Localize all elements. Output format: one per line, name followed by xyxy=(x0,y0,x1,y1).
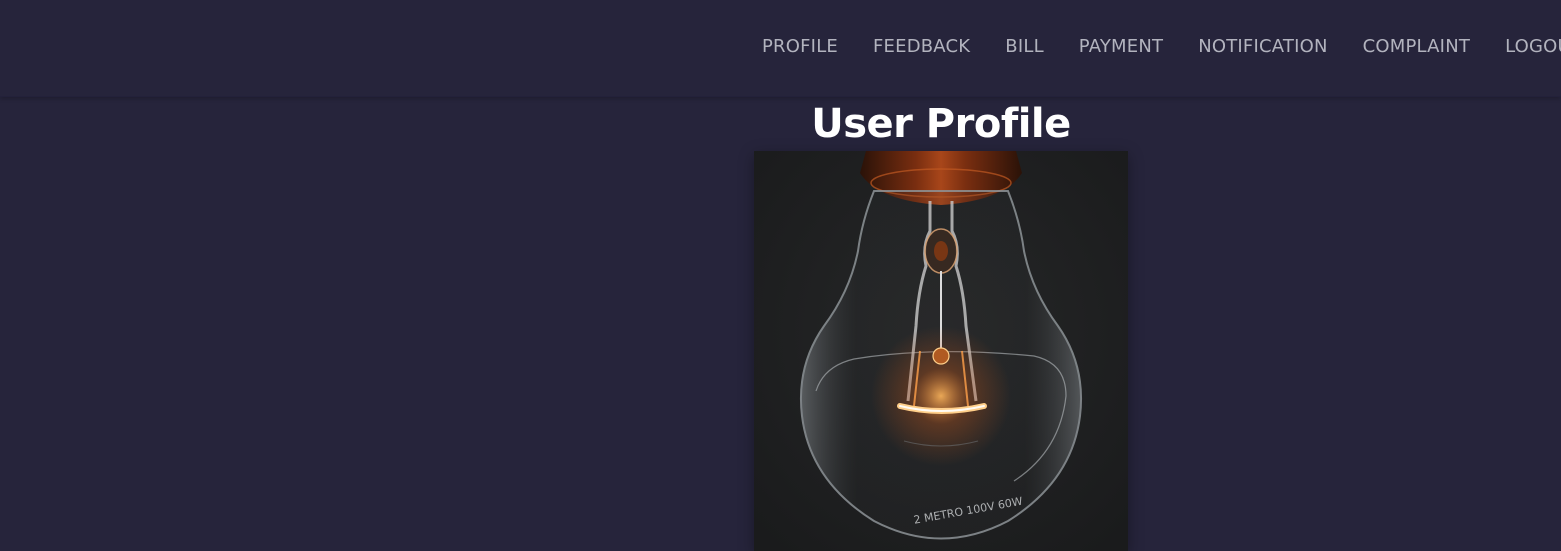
nav-item-payment[interactable]: PAYMENT xyxy=(1079,36,1163,57)
nav-links: PROFILE FEEDBACK BILL PAYMENT NOTIFICATI… xyxy=(762,0,1561,92)
light-bulb-image: 2 METRO 100V 60W xyxy=(754,151,1128,551)
top-navbar: PROFILE FEEDBACK BILL PAYMENT NOTIFICATI… xyxy=(0,0,1561,97)
page-title: User Profile xyxy=(811,101,1071,147)
nav-item-feedback[interactable]: FEEDBACK xyxy=(873,36,970,57)
nav-item-logout[interactable]: LOGOUT xyxy=(1505,36,1561,57)
nav-item-profile[interactable]: PROFILE xyxy=(762,36,838,57)
nav-item-complaint[interactable]: COMPLAINT xyxy=(1363,36,1470,57)
nav-item-notification[interactable]: NOTIFICATION xyxy=(1198,36,1327,57)
profile-image: 2 METRO 100V 60W xyxy=(754,151,1128,551)
nav-item-bill[interactable]: BILL xyxy=(1005,36,1044,57)
